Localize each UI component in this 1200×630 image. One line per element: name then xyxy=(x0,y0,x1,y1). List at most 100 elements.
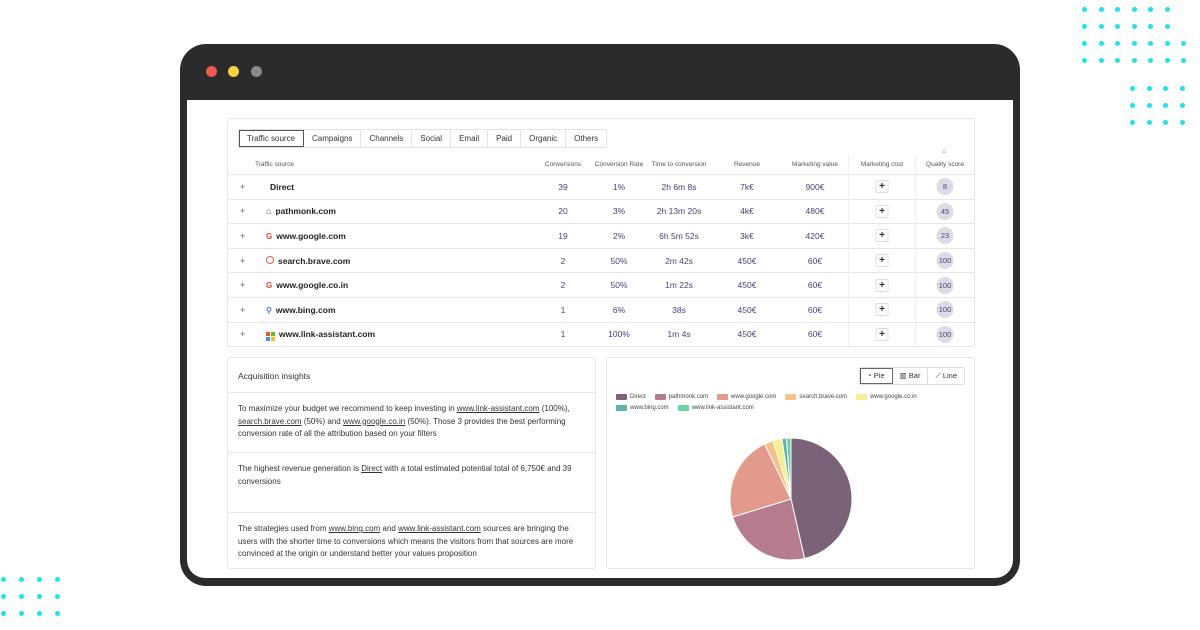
tab-others[interactable]: Others xyxy=(566,130,606,147)
dot xyxy=(1179,103,1185,108)
tab-campaigns[interactable]: Campaigns xyxy=(304,130,362,147)
legend-swatch xyxy=(616,394,627,400)
legend-swatch xyxy=(856,394,868,400)
cell-time: 2h 6m 8s xyxy=(661,181,697,192)
tab-traffic-source[interactable]: Traffic source xyxy=(239,130,305,147)
expand-row-button[interactable]: + xyxy=(240,329,245,339)
column-header[interactable]: Marketing cost xyxy=(861,161,903,168)
add-marketing-cost-button[interactable]: + xyxy=(875,254,889,268)
table-row[interactable]: + ⚲ www.bing.com 1 6% 38s 450€ 60€ +100 xyxy=(228,298,974,323)
pie-slice-direct[interactable] xyxy=(790,437,853,560)
insight-link[interactable]: www.link-assistant.com xyxy=(457,404,540,413)
expand-row-button[interactable]: + xyxy=(240,305,245,315)
dot xyxy=(55,611,60,616)
tab-channels[interactable]: Channels xyxy=(361,130,413,147)
maximize-window-button[interactable] xyxy=(251,66,262,77)
insight-link[interactable]: www.link-assistant.com xyxy=(398,524,481,533)
column-header[interactable]: Quality score xyxy=(926,161,964,168)
minimize-window-button[interactable] xyxy=(228,66,239,77)
source-name: pathmonk.com xyxy=(275,206,336,217)
add-marketing-cost-button[interactable]: + xyxy=(875,180,889,194)
pie-slice-www-bing-com[interactable] xyxy=(781,437,792,500)
dot xyxy=(1082,58,1087,63)
dot xyxy=(1098,41,1104,46)
insight-link[interactable]: Direct xyxy=(361,464,382,473)
column-header[interactable]: Marketing value xyxy=(792,161,838,168)
dot xyxy=(1131,41,1137,46)
legend-item[interactable]: www.bing.com xyxy=(616,405,669,411)
add-marketing-cost-button[interactable]: + xyxy=(875,327,889,341)
quality-score-badge: 23 xyxy=(936,227,954,245)
column-header[interactable]: Time to conversion xyxy=(652,161,707,168)
dot xyxy=(1164,24,1170,29)
pie-slice-www-link-assistant-com[interactable] xyxy=(785,437,792,500)
line-chart-button[interactable]: ⟋ Line xyxy=(928,368,964,384)
tab-email[interactable]: Email xyxy=(451,130,489,147)
dot xyxy=(1131,7,1137,12)
pie-slice-www-google-com[interactable] xyxy=(729,443,792,518)
legend-item[interactable]: Direct xyxy=(616,394,646,400)
cell-rate: 6% xyxy=(612,304,626,315)
traffic-source: ⌂ pathmonk.com xyxy=(266,206,336,216)
cell-revenue: 3k€ xyxy=(740,230,754,241)
pie-slice-www-google-co-in[interactable] xyxy=(772,438,792,500)
column-header[interactable]: Revenue xyxy=(734,161,760,168)
add-marketing-cost-button[interactable]: + xyxy=(875,278,889,292)
legend-label: www.bing.com xyxy=(630,405,669,411)
column-header[interactable]: Conversions xyxy=(545,161,581,168)
expand-row-button[interactable]: + xyxy=(240,231,245,241)
table-row[interactable]: + ⌂ pathmonk.com 20 3% 2h 13m 20s 4k€ 480€ +45 xyxy=(228,200,974,225)
bar-chart-button[interactable]: ▥ Bar xyxy=(893,368,929,384)
add-marketing-cost-button[interactable]: + xyxy=(875,229,889,243)
legend-item[interactable]: www.google.com xyxy=(717,394,776,400)
close-window-button[interactable] xyxy=(206,66,217,77)
add-marketing-cost-button[interactable]: + xyxy=(875,204,889,218)
cell-rate: 100% xyxy=(608,329,630,340)
chart-type-switch: ◔ Pie ▥ Bar ⟋ Line xyxy=(859,367,965,385)
dot xyxy=(1130,86,1135,91)
sort-icon[interactable]: ⌂ xyxy=(942,148,946,155)
quality-score-badge: 100 xyxy=(936,301,954,319)
cell-mvalue: 60€ xyxy=(807,255,823,266)
brave-icon xyxy=(266,255,274,266)
dot xyxy=(1115,7,1120,12)
add-marketing-cost-button[interactable]: + xyxy=(875,303,889,317)
table-row[interactable]: + Gwww.google.co.in 2 50% 1m 22s 450€ 60€ +100 xyxy=(228,273,974,298)
tab-paid[interactable]: Paid xyxy=(488,130,522,147)
table-row[interactable]: + www.link-assistant.com 1 100% 1m 4s 450€ 60€… xyxy=(228,323,974,348)
expand-row-button[interactable]: + xyxy=(240,280,245,290)
cell-time: 2m 42s xyxy=(665,255,693,266)
quality-score-badge: 100 xyxy=(936,325,954,343)
table-row[interactable]: + Direct 39 1% 2h 6m 8s 7k€ 900€ +8 xyxy=(228,175,974,200)
table-row[interactable]: + search.brave.com 2 50% 2m 42s 450€ 60€ +100 xyxy=(228,249,974,274)
legend-item[interactable]: search.brave.com xyxy=(785,394,847,400)
dot xyxy=(19,577,24,582)
column-header[interactable]: Conversion Rate xyxy=(595,161,643,168)
chart-button-label: Bar xyxy=(908,371,921,380)
insight-link[interactable]: search.brave.com xyxy=(238,417,302,426)
pie-chart-button[interactable]: ◔ Pie xyxy=(860,368,893,384)
expand-row-button[interactable]: + xyxy=(240,182,245,192)
pie-slice-pathmonk-com[interactable] xyxy=(732,498,806,561)
legend-item[interactable]: www.google.co.in xyxy=(856,394,917,400)
cell-mvalue: 60€ xyxy=(807,329,823,340)
pie-slice-search-brave-com[interactable] xyxy=(763,440,792,500)
cell-conversions: 39 xyxy=(558,181,568,192)
cell-revenue: 450€ xyxy=(737,329,757,340)
column-divider xyxy=(848,155,849,346)
tab-organic[interactable]: Organic xyxy=(521,130,567,147)
legend-item[interactable]: www.link-assistant.com xyxy=(677,405,754,411)
dot xyxy=(1164,41,1170,46)
expand-row-button[interactable]: + xyxy=(240,256,245,266)
dot xyxy=(1115,41,1120,46)
insight-text-segment: The strategies used from xyxy=(238,524,329,533)
insight-link[interactable]: www.bing.com xyxy=(329,524,381,533)
legend-item[interactable]: pathmonk.com xyxy=(654,394,708,400)
table-row[interactable]: + Gwww.google.com 19 2% 6h 5m 52s 3k€ 420€ +23 xyxy=(228,224,974,249)
insight-link[interactable]: www.google.co.in xyxy=(343,417,405,426)
column-header: Traffic source xyxy=(255,161,295,168)
expand-row-button[interactable]: + xyxy=(240,206,245,216)
dot xyxy=(1082,41,1087,46)
tab-social[interactable]: Social xyxy=(412,130,452,147)
insight-text-segment: and xyxy=(380,524,399,533)
